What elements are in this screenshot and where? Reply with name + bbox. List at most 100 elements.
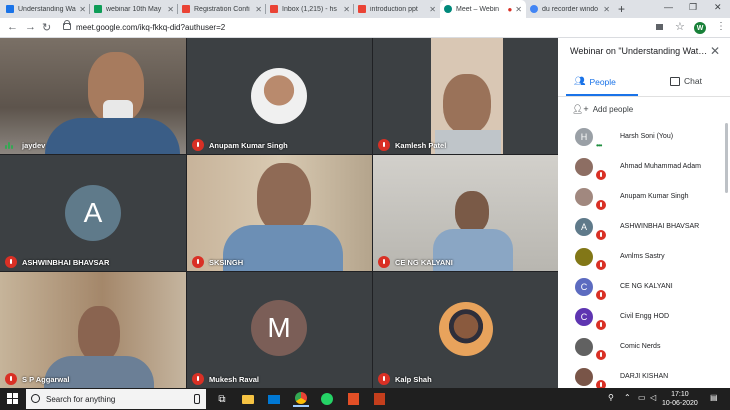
participant-video — [443, 74, 491, 134]
list-item[interactable]: C Civil Engg HOD — [558, 303, 726, 333]
network-icon[interactable]: ▭ — [638, 393, 646, 402]
speaking-dots-icon: ••• — [596, 141, 602, 150]
lock-icon[interactable] — [63, 20, 71, 30]
participant-name: Kalp Shah — [395, 375, 432, 384]
tray-expand-icon[interactable]: ⌃ — [624, 393, 631, 402]
browser-tab[interactable]: webinar 10th May ✕ — [90, 0, 178, 18]
add-person-icon: 👤︎+ — [572, 104, 589, 114]
list-item[interactable]: Avnlms Sastry — [558, 243, 726, 273]
person-name: Comic Nerds — [620, 343, 661, 350]
people-icon: 👥︎ — [574, 76, 586, 86]
profile-avatar[interactable]: W — [694, 22, 706, 34]
participant-avatar: M — [251, 300, 307, 356]
person-name: Civil Engg HOD — [620, 313, 670, 320]
browser-tab[interactable]: Understanding Wa ✕ — [2, 0, 90, 18]
mic-off-icon — [378, 256, 390, 268]
chat-icon — [670, 76, 680, 86]
tab-favicon-icon — [94, 5, 102, 13]
menu-dots-icon[interactable]: ⋮ — [716, 21, 726, 32]
tab-label: du recorder windo — [542, 5, 599, 13]
browser-tab[interactable]: Registration Confi ✕ — [178, 0, 266, 18]
list-item[interactable]: Comic Nerds — [558, 333, 726, 363]
close-tab-icon[interactable]: ✕ — [167, 5, 174, 14]
clock-date: 10-06-2020 — [662, 400, 698, 407]
reload-icon[interactable]: ↻ — [42, 21, 51, 34]
participant-tile[interactable]: jaydev — [0, 38, 186, 154]
browser-tab[interactable]: introduction ppt ✕ — [354, 0, 440, 18]
list-item[interactable]: A ASHWINBHAI BHAVSAR — [558, 213, 726, 243]
browser-tab-active[interactable]: Meet – Webin ● ✕ — [440, 0, 526, 18]
close-tab-icon[interactable]: ✕ — [603, 5, 610, 14]
participant-tile[interactable]: S P Aggarwal — [0, 272, 186, 388]
url-field[interactable]: meet.google.com/ikq-fkkq-did?authuser=2 — [76, 23, 225, 32]
mic-off-icon — [5, 256, 17, 268]
participant-tile[interactable]: SKSINGH — [187, 155, 372, 271]
mail-icon[interactable] — [266, 391, 282, 407]
tab-label: Meet – Webin — [456, 5, 500, 13]
list-item[interactable]: Ahmad Muhammad Adam — [558, 153, 726, 183]
participant-name: Anupam Kumar Singh — [209, 141, 288, 150]
notifications-icon[interactable]: ▤ — [710, 393, 718, 402]
new-tab-button[interactable]: + — [618, 2, 625, 16]
close-tab-icon[interactable]: ✕ — [429, 5, 436, 14]
add-people-button[interactable]: 👤︎+ Add people — [572, 104, 633, 115]
close-tab-icon[interactable]: ✕ — [515, 5, 522, 14]
forward-arrow-icon[interactable]: → — [25, 21, 36, 33]
address-bar-row: ← → ↻ meet.google.com/ikq-fkkq-did?authu… — [0, 18, 730, 38]
tab-people[interactable]: 👥︎ People — [574, 76, 616, 87]
mic-off-icon — [596, 320, 606, 330]
tab-label: Registration Confi — [194, 5, 250, 13]
list-item[interactable]: Anupam Kumar Singh — [558, 183, 726, 213]
minimize-icon[interactable]: — — [664, 2, 673, 12]
taskbar-search-box[interactable]: Search for anything — [26, 389, 206, 409]
whatsapp-icon[interactable] — [319, 391, 335, 407]
participant-tile[interactable]: CE NG KALYANI — [373, 155, 558, 271]
chrome-icon[interactable] — [293, 391, 309, 407]
close-panel-icon[interactable]: ✕ — [710, 44, 720, 58]
mic-off-icon — [5, 373, 17, 385]
close-tab-icon[interactable]: ✕ — [343, 5, 350, 14]
meet-favicon-icon — [444, 5, 452, 13]
list-item[interactable]: H ••• Harsh Soni (You) — [558, 123, 726, 153]
star-icon[interactable]: ☆ — [675, 20, 685, 33]
close-window-icon[interactable]: ✕ — [714, 2, 722, 13]
powerpoint-icon[interactable] — [371, 391, 387, 407]
task-view-icon[interactable]: ⧉ — [214, 391, 230, 407]
browser-tab[interactable]: du recorder windo ✕ — [526, 0, 614, 18]
volume-icon[interactable]: ◁ — [650, 393, 656, 402]
close-tab-icon[interactable]: ✕ — [255, 5, 262, 14]
tab-chat[interactable]: Chat — [670, 76, 702, 86]
tab-label: introduction ppt — [370, 5, 418, 13]
people-tray-icon[interactable]: ⚲ — [608, 393, 614, 402]
windows-taskbar: Search for anything ⧉ ⚲ ⌃ ▭ ◁ 17:10 10-0… — [0, 388, 730, 410]
avatar — [575, 158, 593, 176]
close-tab-icon[interactable]: ✕ — [79, 5, 86, 14]
participant-tile[interactable]: Kamlesh Patel — [373, 38, 558, 154]
gmail-favicon-icon — [182, 5, 190, 13]
participant-tile[interactable]: A ASHWINBHAI BHAVSAR — [0, 155, 186, 271]
participant-name: Kamlesh Patel — [395, 141, 447, 150]
mic-off-icon — [192, 139, 204, 151]
participant-tile[interactable]: Kalp Shah — [373, 272, 558, 388]
participant-avatar: A — [65, 185, 121, 241]
maximize-icon[interactable]: ❐ — [689, 2, 697, 13]
participant-photo — [439, 302, 493, 356]
taskbar-clock[interactable]: 17:10 10-06-2020 — [662, 390, 698, 408]
participant-video — [455, 191, 489, 233]
participant-tile[interactable]: Anupam Kumar Singh — [187, 38, 372, 154]
participant-name: SKSINGH — [209, 258, 244, 267]
participant-video — [45, 118, 180, 154]
browser-tab[interactable]: Inbox (1,215) - hs ✕ — [266, 0, 354, 18]
pdf-reader-icon[interactable] — [345, 391, 361, 407]
mic-off-icon — [596, 230, 606, 240]
camera-icon[interactable] — [656, 24, 663, 30]
microphone-icon[interactable] — [194, 394, 200, 404]
windows-start-icon[interactable] — [7, 393, 19, 405]
participant-tile[interactable]: M Mukesh Raval — [187, 272, 372, 388]
back-arrow-icon[interactable]: ← — [7, 21, 18, 33]
file-explorer-icon[interactable] — [240, 391, 256, 407]
gmail-favicon-icon — [358, 5, 366, 13]
tab-people-label: People — [589, 76, 616, 87]
list-item[interactable]: C CE NG KALYANI — [558, 273, 726, 303]
speaking-indicator-icon — [5, 142, 13, 149]
